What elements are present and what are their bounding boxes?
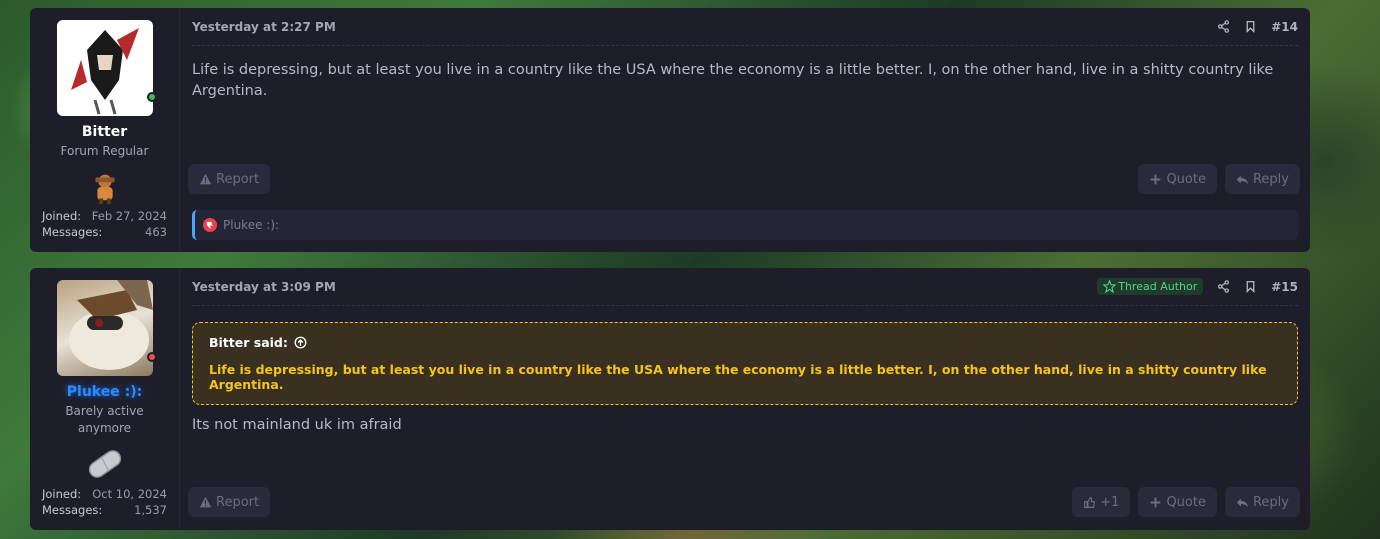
quote-button[interactable]: Quote [1138,487,1217,517]
post-header: Yesterday at 3:09 PM Thread Author #15 [192,268,1298,306]
post-actions: Report +1 Quote Reply [188,487,1300,517]
joined-label: Joined: [42,209,82,223]
report-label: Report [216,494,260,510]
go-to-post-icon[interactable] [294,336,307,349]
post-header-tools: Thread Author #15 [1097,278,1298,295]
dislike-reaction-icon [203,218,217,232]
reply-button[interactable]: Reply [1224,487,1300,517]
joined-value: Feb 27, 2024 [91,209,167,223]
avatar-image [68,280,153,370]
user-title: Forum Regular [60,144,149,158]
share-icon[interactable] [1217,280,1230,293]
username[interactable]: Plukee :): [67,384,142,400]
reply-label: Reply [1252,171,1289,187]
bookmark-icon[interactable] [1244,280,1257,293]
joined-label: Joined: [42,487,82,501]
thread-author-badge: Thread Author [1097,278,1204,295]
away-status-icon [146,352,157,362]
quote-label: Quote [1166,171,1206,187]
rank-badge-icon [84,443,126,485]
post-15: Plukee :): Barely active anymore Joined:… [30,268,1310,530]
user-title: Barely active anymore [65,404,144,435]
post-actions: Report Quote Reply [188,164,1300,194]
avatar[interactable] [56,20,157,116]
plus-icon [1151,497,1161,507]
bookmark-icon[interactable] [1244,20,1257,33]
report-button[interactable]: Report [188,164,271,194]
quote-label: Quote [1166,494,1206,510]
reply-icon [1236,174,1249,184]
messages-label: Messages: [42,503,103,517]
messages-value[interactable]: 463 [145,224,167,240]
post-date[interactable]: Yesterday at 3:09 PM [192,280,336,294]
online-status-icon [146,92,157,102]
messages-label: Messages: [42,225,103,239]
post-number[interactable]: #15 [1271,280,1298,294]
username[interactable]: Bitter [82,124,127,140]
thumbs-up-icon [1084,496,1096,508]
user-info: Bitter Forum Regular Joined: Feb 27, 202… [30,8,180,252]
reply-label: Reply [1252,494,1289,510]
rank-badge-icon [84,166,126,208]
quote-button[interactable]: Quote [1138,164,1217,194]
post-date[interactable]: Yesterday at 2:27 PM [192,20,336,34]
plus-icon [1151,174,1161,184]
thread-author-label: Thread Author [1118,280,1198,293]
report-button[interactable]: Report [188,487,271,517]
warning-icon [199,173,212,184]
post-body: Its not mainland uk im afraid [192,417,402,433]
avatar-image [70,28,139,115]
user-stats: Joined: Feb 27, 2024 Messages: 463 [42,208,167,240]
post-14: Bitter Forum Regular Joined: Feb 27, 202… [30,8,1310,252]
quote-text: Life is depressing, but at least you liv… [209,362,1267,392]
quote-attribution[interactable]: Bitter said: [209,335,1281,350]
post-content: Yesterday at 3:09 PM Thread Author #15 B… [180,268,1310,530]
user-info: Plukee :): Barely active anymore Joined:… [30,268,180,530]
like-button[interactable]: +1 [1072,487,1131,517]
post-body: Life is depressing, but at least you liv… [192,62,1274,99]
reply-button[interactable]: Reply [1224,164,1300,194]
like-count: +1 [1100,494,1120,510]
avatar[interactable] [56,280,157,376]
reply-icon [1236,497,1249,507]
post-header: Yesterday at 2:27 PM #14 [192,8,1298,46]
reactions-bar[interactable]: Plukee :): [192,210,1298,240]
post-header-tools: #14 [1217,20,1298,34]
share-icon[interactable] [1217,20,1230,33]
user-stats: Joined: Oct 10, 2024 Messages: 1,537 [42,486,167,518]
warning-icon [199,496,212,507]
messages-value[interactable]: 1,537 [134,502,167,518]
star-icon [1103,280,1117,293]
report-label: Report [216,171,260,187]
post-number[interactable]: #14 [1271,20,1298,34]
post-content: Yesterday at 2:27 PM #14 Life is depress… [180,8,1310,252]
quote-author: Bitter said: [209,335,288,350]
joined-value: Oct 10, 2024 [92,487,167,501]
quote-block: Bitter said: Life is depressing, but at … [192,322,1298,405]
reaction-users[interactable]: Plukee :): [223,218,279,232]
